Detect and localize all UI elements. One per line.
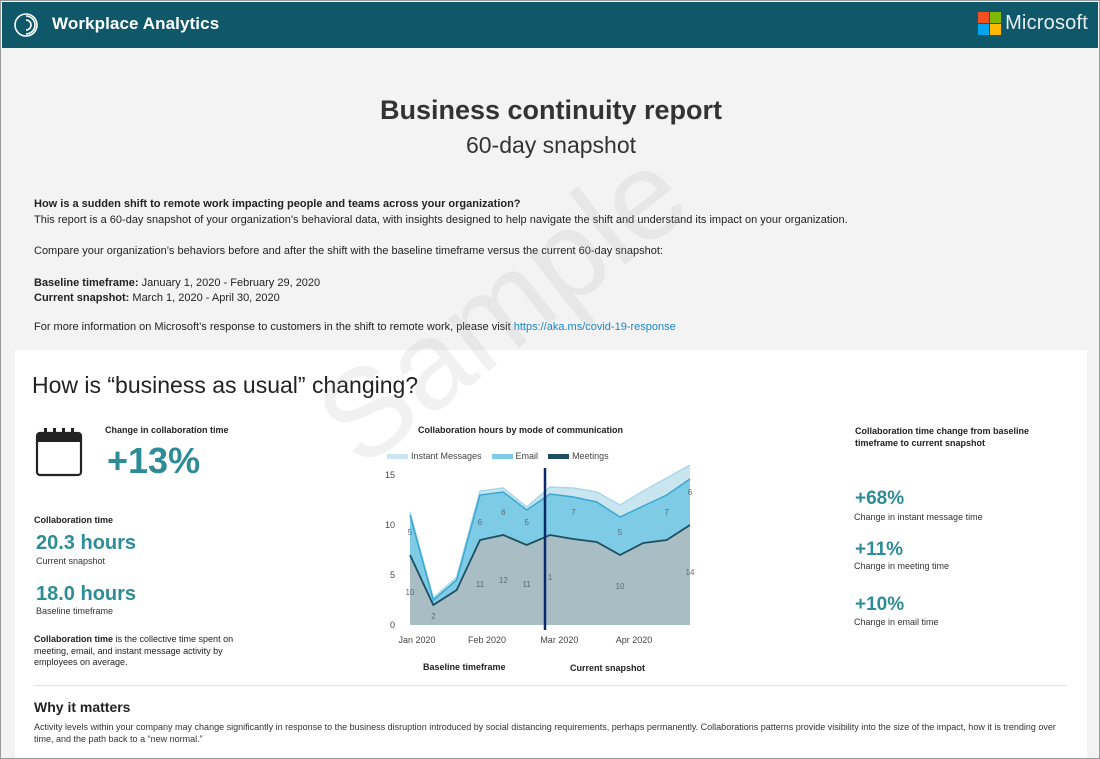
data-label: 2 xyxy=(431,612,436,621)
current-snapshot-label: Current snapshot xyxy=(570,663,646,673)
section-divider xyxy=(34,685,1067,686)
intro-question: How is a sudden shift to remote work imp… xyxy=(34,198,521,210)
brand-name: Microsoft xyxy=(1005,12,1088,34)
microsoft-squares-icon xyxy=(978,12,1002,35)
kpi-im-label: Change in instant message time xyxy=(854,512,983,522)
report-title: Business continuity report xyxy=(379,95,723,125)
kpi-im-value: +68% xyxy=(855,488,905,509)
kpi-meeting-label: Change in meeting time xyxy=(854,561,950,571)
y-tick-label: 10 xyxy=(385,520,395,530)
data-label: 6 xyxy=(501,508,506,517)
data-label: 5 xyxy=(524,518,529,527)
report-frame: Workplace Analytics Microsoft Business c… xyxy=(0,0,1100,759)
y-tick-label: 5 xyxy=(390,570,395,580)
data-label: 1 xyxy=(548,573,553,582)
baseline-hours: 18.0 hours xyxy=(36,583,137,605)
data-label: 11 xyxy=(476,580,485,589)
collaboration-area-chart[interactable]: 051015Jan 2020 Feb 2020 Mar 2020 Apr 202051… xyxy=(350,465,710,665)
legend-item-email[interactable]: Email xyxy=(491,451,538,461)
workplace-analytics-logo-icon[interactable] xyxy=(12,11,40,39)
legend-item-meetings[interactable]: Meetings xyxy=(548,451,609,461)
kpi-panel-title: Collaboration time change from baseline … xyxy=(855,426,1030,448)
kpi-email-value: +10% xyxy=(855,594,905,615)
current-hours-label: Current snapshot xyxy=(36,556,106,566)
baseline-hours-label: Baseline timeframe xyxy=(36,606,114,616)
data-label: 5 xyxy=(408,528,413,537)
y-tick-label: 0 xyxy=(390,620,395,630)
more-info: For more information on Microsoft’s resp… xyxy=(34,321,676,333)
data-label: 10 xyxy=(406,588,415,597)
top-bar: Workplace Analytics Microsoft xyxy=(2,2,1098,48)
kpi-meeting-value: +11% xyxy=(855,539,904,560)
data-label: 7 xyxy=(664,508,669,517)
data-label: 10 xyxy=(616,582,625,591)
x-tick-label: Jan 2020 xyxy=(398,635,435,645)
x-tick-label: Feb 2020 xyxy=(468,635,506,645)
change-value: +13% xyxy=(107,440,201,481)
chart-title: Collaboration hours by mode of communica… xyxy=(418,425,624,435)
calendar-icon xyxy=(35,428,83,477)
chart-legend: Instant Messages Email Meetings xyxy=(387,451,619,461)
business-as-usual-card: How is “business as usual” changing? Cha… xyxy=(15,350,1087,758)
current-hours: 20.3 hours xyxy=(36,532,137,554)
compare-text: Compare your organization’s behaviors be… xyxy=(34,245,663,257)
data-label: 6 xyxy=(688,488,693,497)
data-label: 12 xyxy=(499,576,508,585)
data-label: 11 xyxy=(523,580,532,589)
why-heading: Why it matters xyxy=(34,699,131,715)
data-label: 7 xyxy=(571,508,576,517)
data-label: 6 xyxy=(478,518,483,527)
data-label: 5 xyxy=(618,528,623,537)
collab-time-label: Collaboration time xyxy=(34,515,114,525)
data-label: 14 xyxy=(686,568,695,577)
covid-response-link[interactable]: https://aka.ms/covid-19-response xyxy=(514,321,676,333)
report-subtitle: 60-day snapshot xyxy=(465,132,637,158)
kpi-email-label: Change in email time xyxy=(854,617,939,627)
y-tick-label: 15 xyxy=(385,470,395,480)
microsoft-logo: Microsoft xyxy=(978,12,1088,35)
x-tick-label: Mar 2020 xyxy=(540,635,578,645)
x-tick-label: Apr 2020 xyxy=(616,635,653,645)
section-heading: How is “business as usual” changing? xyxy=(32,372,419,398)
baseline-timeframe-label: Baseline timeframe xyxy=(423,662,506,672)
why-text: Activity levels within your company may … xyxy=(34,722,1056,744)
legend-item-im[interactable]: Instant Messages xyxy=(387,451,482,461)
app-title[interactable]: Workplace Analytics xyxy=(52,14,219,34)
current-snapshot: Current snapshot: March 1, 2020 - April … xyxy=(34,292,280,304)
collab-description: Collaboration time is the collective tim… xyxy=(34,634,234,667)
change-label: Change in collaboration time xyxy=(105,425,229,435)
intro-text: This report is a 60-day snapshot of your… xyxy=(34,214,848,226)
baseline-timeframe: Baseline timeframe: January 1, 2020 - Fe… xyxy=(34,277,321,289)
